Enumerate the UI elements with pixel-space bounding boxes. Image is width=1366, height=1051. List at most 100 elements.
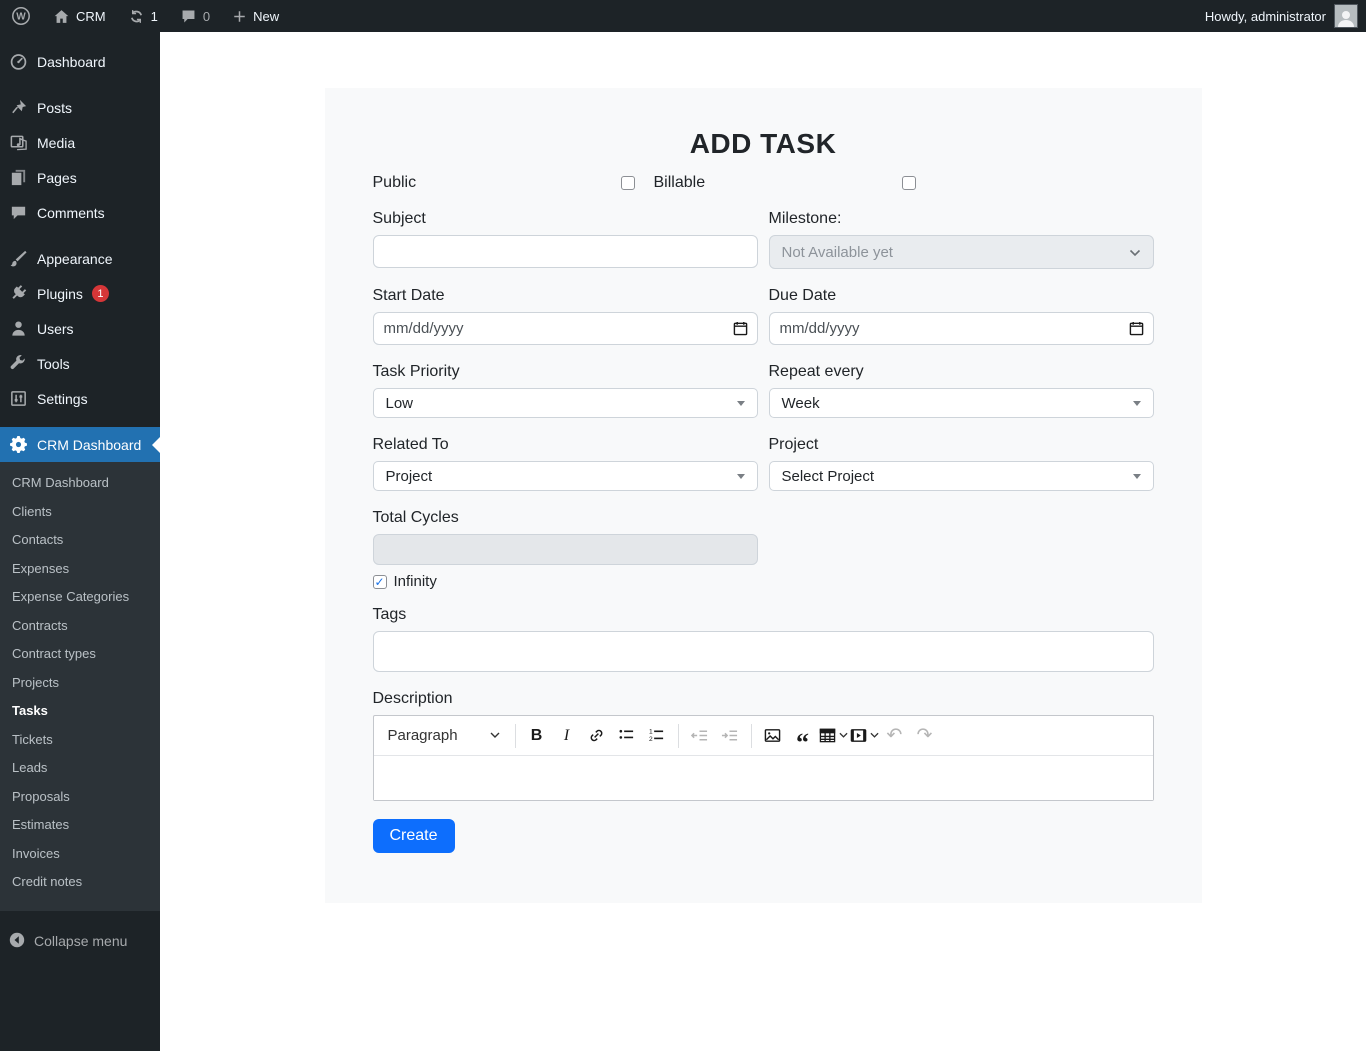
new-content-button[interactable]: New bbox=[221, 0, 290, 32]
subject-label: Subject bbox=[373, 210, 758, 228]
block-quote-button[interactable]: “ bbox=[789, 721, 817, 751]
redo-button[interactable]: ↷ bbox=[911, 721, 939, 751]
sidebar-item-appearance[interactable]: Appearance bbox=[0, 241, 160, 276]
submenu-invoices[interactable]: Invoices bbox=[0, 840, 160, 869]
submenu-proposals[interactable]: Proposals bbox=[0, 783, 160, 812]
editor-content-area[interactable] bbox=[374, 756, 1153, 800]
updates-indicator[interactable]: 1 bbox=[117, 0, 169, 32]
public-label: Public bbox=[373, 174, 417, 192]
sidebar-item-comments[interactable]: Comments bbox=[0, 195, 160, 230]
sidebar-item-settings[interactable]: Settings bbox=[0, 381, 160, 416]
howdy-text[interactable]: Howdy, administrator bbox=[1205, 9, 1326, 24]
indent-button[interactable] bbox=[716, 721, 744, 751]
chevron-down-icon bbox=[1129, 244, 1141, 261]
subject-input[interactable] bbox=[373, 235, 758, 268]
sidebar-item-label: Tools bbox=[37, 356, 70, 372]
submenu-projects[interactable]: Projects bbox=[0, 669, 160, 698]
bold-button[interactable]: B bbox=[523, 721, 551, 751]
wordpress-logo[interactable]: W bbox=[0, 0, 42, 32]
sidebar-item-plugins[interactable]: Plugins 1 bbox=[0, 276, 160, 311]
project-select[interactable]: Select Project bbox=[769, 461, 1154, 491]
sidebar-item-users[interactable]: Users bbox=[0, 311, 160, 346]
submenu-expenses[interactable]: Expenses bbox=[0, 555, 160, 584]
create-button[interactable]: Create bbox=[373, 819, 455, 853]
due-date-input[interactable] bbox=[769, 312, 1154, 345]
submenu-contract-types[interactable]: Contract types bbox=[0, 640, 160, 669]
submenu-estimates[interactable]: Estimates bbox=[0, 811, 160, 840]
sidebar-item-crm-dashboard[interactable]: CRM Dashboard bbox=[0, 427, 160, 462]
numbered-list-button[interactable]: 12 bbox=[643, 721, 671, 751]
infinity-checkbox[interactable]: ✓ bbox=[373, 575, 387, 589]
insert-media-button[interactable] bbox=[850, 721, 879, 751]
submenu-tasks[interactable]: Tasks bbox=[0, 697, 160, 726]
table-icon bbox=[819, 727, 836, 744]
comments-indicator[interactable]: 0 bbox=[169, 0, 221, 32]
undo-button[interactable]: ↶ bbox=[881, 721, 909, 751]
public-checkbox[interactable] bbox=[621, 176, 635, 190]
dropdown-arrow-icon bbox=[1133, 401, 1141, 406]
italic-button[interactable]: I bbox=[553, 721, 581, 751]
submenu-leads[interactable]: Leads bbox=[0, 754, 160, 783]
admin-bar: W CRM 1 0 New Howdy, administrator bbox=[0, 0, 1366, 32]
numbered-list-icon: 12 bbox=[648, 727, 665, 744]
link-button[interactable] bbox=[583, 721, 611, 751]
start-date-input[interactable] bbox=[373, 312, 758, 345]
avatar[interactable] bbox=[1334, 4, 1358, 28]
related-to-select[interactable]: Project bbox=[373, 461, 758, 491]
sliders-icon bbox=[8, 389, 28, 409]
user-icon bbox=[8, 319, 28, 339]
editor-toolbar: Paragraph B I 12 bbox=[374, 716, 1153, 756]
pushpin-icon bbox=[8, 98, 28, 118]
calendar-icon[interactable] bbox=[733, 321, 748, 341]
chevron-down-icon bbox=[490, 732, 500, 739]
submenu-expense-categories[interactable]: Expense Categories bbox=[0, 583, 160, 612]
bulleted-list-button[interactable] bbox=[613, 721, 641, 751]
comment-bubble-icon bbox=[8, 203, 28, 223]
sidebar-item-posts[interactable]: Posts bbox=[0, 90, 160, 125]
italic-icon: I bbox=[564, 727, 569, 745]
bold-icon: B bbox=[531, 727, 543, 745]
admin-sidebar: Dashboard Posts Media Pages Commen bbox=[0, 32, 160, 1051]
media-embed-icon bbox=[850, 727, 867, 744]
billable-checkbox[interactable] bbox=[902, 176, 916, 190]
insert-table-button[interactable] bbox=[819, 721, 848, 751]
toolbar-separator bbox=[515, 724, 516, 748]
collapse-menu-button[interactable]: Collapse menu bbox=[0, 921, 160, 962]
project-label: Project bbox=[769, 436, 1154, 454]
comments-count: 0 bbox=[203, 9, 210, 24]
collapse-arrow-icon bbox=[8, 931, 26, 952]
repeat-every-select[interactable]: Week bbox=[769, 388, 1154, 418]
submenu-clients[interactable]: Clients bbox=[0, 498, 160, 527]
dashboard-gauge-icon bbox=[8, 52, 28, 72]
sidebar-item-label: Appearance bbox=[37, 251, 113, 267]
submenu-contacts[interactable]: Contacts bbox=[0, 526, 160, 555]
chevron-down-icon bbox=[839, 732, 848, 739]
wordpress-icon: W bbox=[11, 6, 31, 26]
insert-image-button[interactable] bbox=[759, 721, 787, 751]
submenu-tickets[interactable]: Tickets bbox=[0, 726, 160, 755]
submenu-crm-dashboard[interactable]: CRM Dashboard bbox=[0, 469, 160, 498]
bulleted-list-icon bbox=[618, 727, 635, 744]
outdent-button[interactable] bbox=[686, 721, 714, 751]
task-priority-select[interactable]: Low bbox=[373, 388, 758, 418]
description-label: Description bbox=[373, 690, 1154, 708]
submenu-contracts[interactable]: Contracts bbox=[0, 612, 160, 641]
sidebar-item-dashboard[interactable]: Dashboard bbox=[0, 44, 160, 79]
site-link[interactable]: CRM bbox=[42, 0, 117, 32]
undo-icon: ↶ bbox=[887, 726, 903, 745]
tags-input[interactable] bbox=[373, 631, 1154, 672]
sidebar-item-pages[interactable]: Pages bbox=[0, 160, 160, 195]
main-content: ADD TASK Public Billable Subject Milesto… bbox=[160, 32, 1366, 1051]
updates-count: 1 bbox=[151, 9, 158, 24]
plus-icon bbox=[232, 9, 247, 24]
paragraph-dropdown[interactable]: Paragraph bbox=[380, 721, 508, 751]
sidebar-item-media[interactable]: Media bbox=[0, 125, 160, 160]
sidebar-item-tools[interactable]: Tools bbox=[0, 346, 160, 381]
repeat-every-label: Repeat every bbox=[769, 363, 1154, 381]
svg-text:W: W bbox=[16, 12, 26, 23]
related-to-label: Related To bbox=[373, 436, 758, 454]
submenu-credit-notes[interactable]: Credit notes bbox=[0, 868, 160, 897]
total-cycles-input bbox=[373, 534, 758, 565]
calendar-icon[interactable] bbox=[1129, 321, 1144, 341]
milestone-select[interactable]: Not Available yet bbox=[769, 235, 1154, 269]
